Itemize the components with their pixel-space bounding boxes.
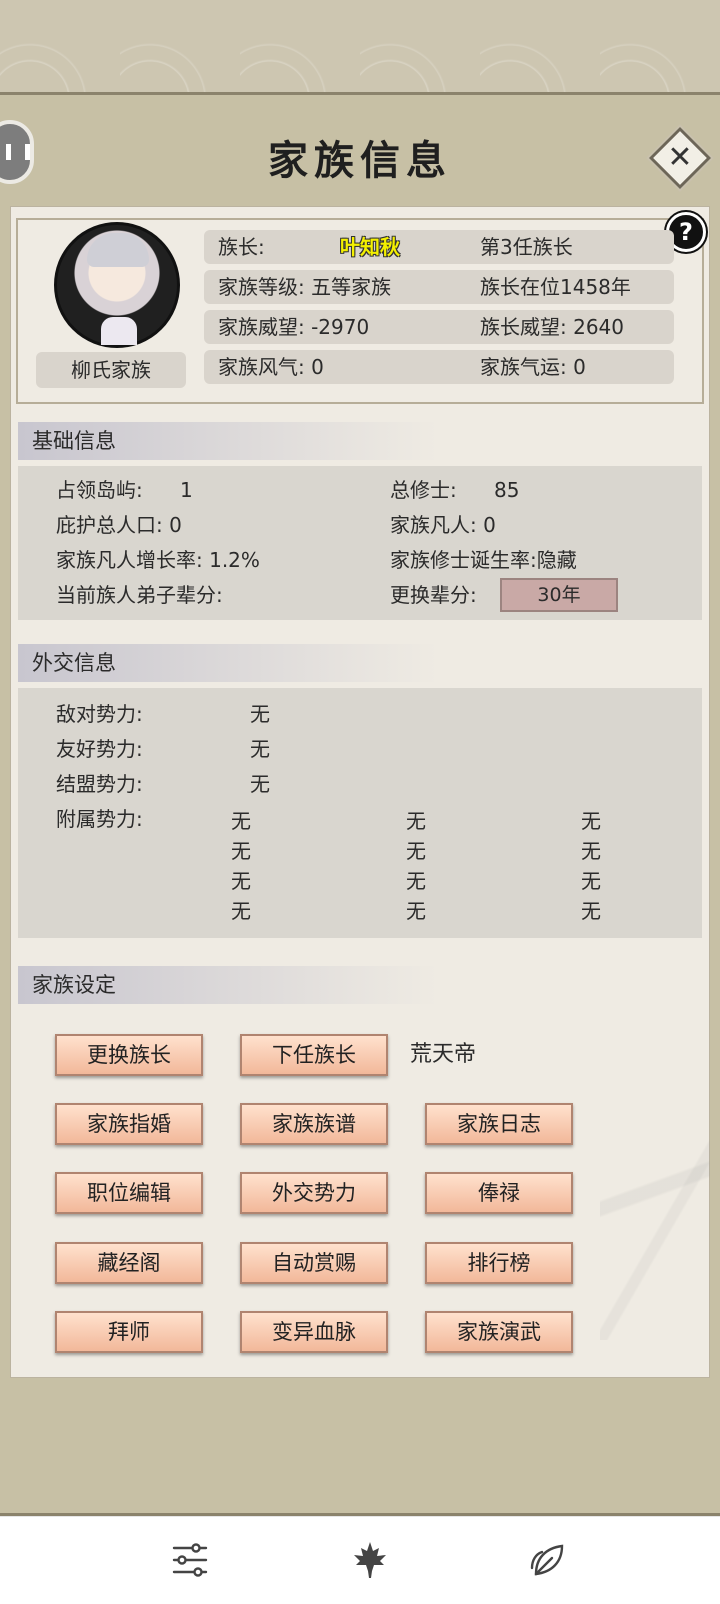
vassal-value: 无 [581, 839, 601, 863]
hostile-label: 敌对势力: [56, 702, 143, 726]
ranking-button[interactable]: 排行榜 [425, 1242, 573, 1284]
cultivators-label: 总修士: [390, 478, 457, 502]
friendly-label: 友好势力: [56, 737, 143, 761]
islands-value: 1 [180, 478, 193, 502]
next-leader-button[interactable]: 下任族长 [240, 1034, 388, 1076]
change-leader-button[interactable]: 更换族长 [55, 1034, 203, 1076]
birth-rate-text: 家族修士诞生率:隐藏 [390, 548, 577, 572]
vassal-value: 无 [581, 809, 601, 833]
leader-avatar[interactable] [54, 222, 180, 348]
swap-generation-button[interactable]: 30年 [500, 578, 618, 612]
maple-leaf-icon[interactable] [350, 1540, 390, 1580]
diplomacy-button[interactable]: 外交势力 [240, 1172, 388, 1214]
mortals-text: 家族凡人: 0 [390, 513, 496, 537]
family-name-label: 柳氏家族 [36, 352, 186, 388]
swap-generation-label: 更换辈分: [390, 583, 477, 607]
vassal-value: 无 [581, 899, 601, 923]
leader-name[interactable]: 叶知秋 [340, 230, 400, 264]
leaf-icon[interactable] [528, 1540, 568, 1580]
population-text: 庇护总人口: 0 [56, 513, 182, 537]
fortune-row: 家族风气: 0 家族气运: 0 [204, 350, 674, 384]
basic-info-heading: 基础信息 [18, 422, 438, 460]
family-log-button[interactable]: 家族日志 [425, 1103, 573, 1145]
family-prestige: 家族威望: -2970 [218, 315, 370, 339]
leader-tenure: 族长在位1458年 [480, 275, 631, 299]
mentor-button[interactable]: 拜师 [55, 1311, 203, 1353]
leader-generation: 第3任族长 [480, 235, 573, 259]
library-button[interactable]: 藏经阁 [55, 1242, 203, 1284]
bloodline-button[interactable]: 变异血脉 [240, 1311, 388, 1353]
hostile-value: 无 [250, 702, 270, 726]
top-decorative-pattern [0, 0, 720, 100]
cultivators-value: 85 [494, 478, 520, 502]
vassal-value: 无 [406, 809, 426, 833]
family-fortune: 家族气运: 0 [480, 355, 586, 379]
vassal-value: 无 [406, 839, 426, 863]
marriage-button[interactable]: 家族指婚 [55, 1103, 203, 1145]
genealogy-button[interactable]: 家族族谱 [240, 1103, 388, 1145]
family-level: 家族等级: 五等家族 [218, 275, 392, 299]
close-icon: ✕ [667, 140, 693, 175]
alliance-value: 无 [250, 772, 270, 796]
bamboo-decoration [600, 1080, 710, 1340]
family-level-row: 家族等级: 五等家族 族长在位1458年 [204, 270, 674, 304]
leader-row: 族长: 叶知秋 第3任族长 [204, 230, 674, 264]
vassal-value: 无 [231, 809, 251, 833]
prestige-row: 家族威望: -2970 族长威望: 2640 [204, 310, 674, 344]
position-edit-button[interactable]: 职位编辑 [55, 1172, 203, 1214]
next-leader-name: 荒天帝 [410, 1042, 477, 1067]
leader-prestige: 族长威望: 2640 [480, 315, 624, 339]
martial-display-button[interactable]: 家族演武 [425, 1311, 573, 1353]
vassal-label: 附属势力: [56, 807, 143, 831]
vassal-value: 无 [231, 839, 251, 863]
diplomacy-heading: 外交信息 [18, 644, 438, 682]
auto-reward-button[interactable]: 自动赏赐 [240, 1242, 388, 1284]
alliance-label: 结盟势力: [56, 772, 143, 796]
settings-heading: 家族设定 [18, 966, 438, 1004]
vassal-value: 无 [406, 869, 426, 893]
vassal-value: 无 [231, 869, 251, 893]
generation-label: 当前族人弟子辈分: [56, 583, 223, 607]
family-ethos: 家族风气: 0 [218, 355, 324, 379]
leader-label: 族长: [218, 235, 265, 259]
vassal-value: 无 [231, 899, 251, 923]
sliders-icon[interactable] [170, 1540, 210, 1580]
growth-rate-text: 家族凡人增长率: 1.2% [56, 548, 260, 572]
page-title: 家族信息 [268, 137, 452, 184]
vassal-value: 无 [406, 899, 426, 923]
friendly-value: 无 [250, 737, 270, 761]
islands-label: 占领岛屿: [56, 478, 143, 502]
salary-button[interactable]: 俸禄 [425, 1172, 573, 1214]
vassal-value: 无 [581, 869, 601, 893]
